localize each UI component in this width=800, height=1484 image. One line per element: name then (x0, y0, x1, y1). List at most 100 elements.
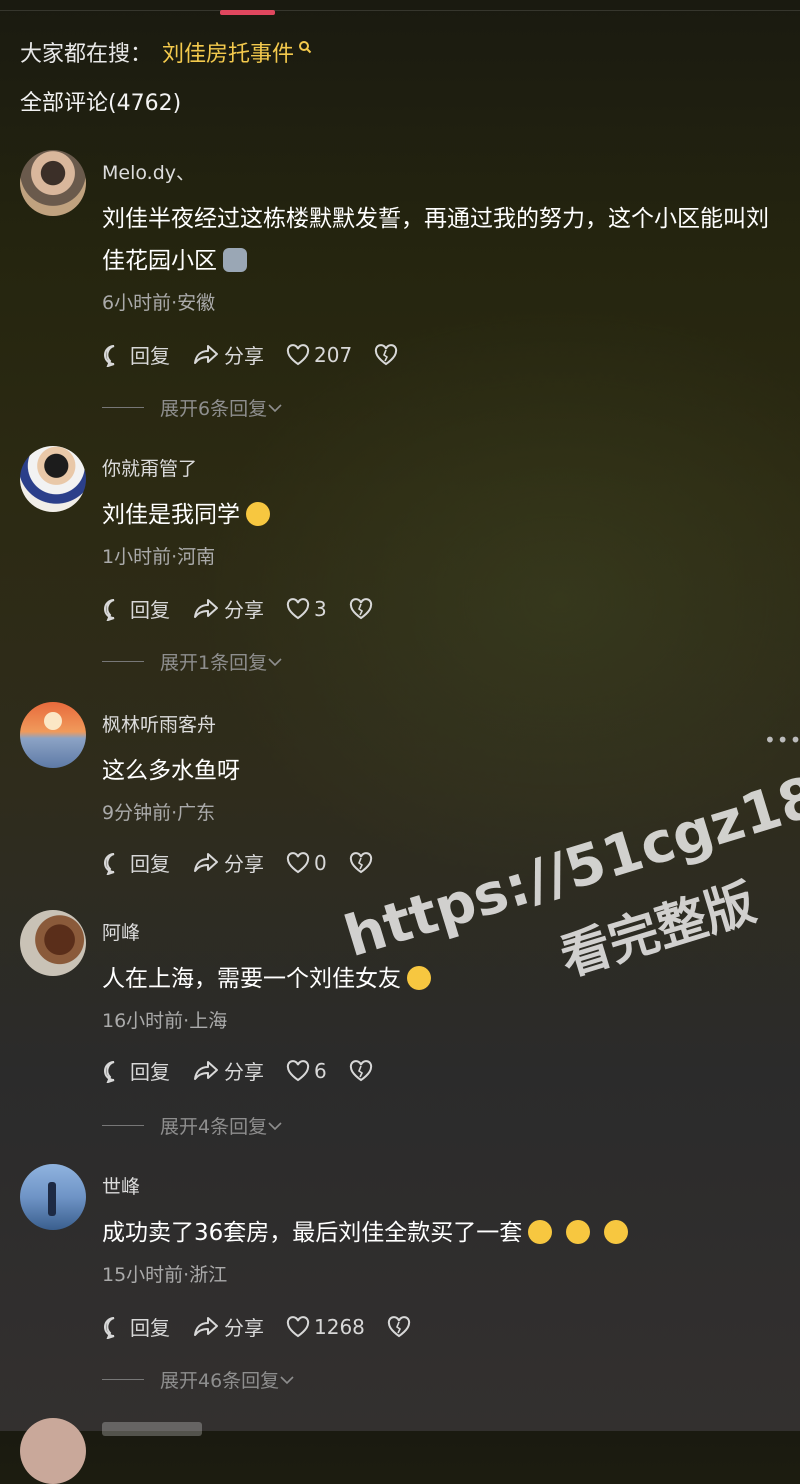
reply-icon (104, 852, 115, 875)
share-label: 分享 (224, 1060, 264, 1084)
share-icon (194, 344, 218, 364)
comment-username[interactable]: 你就甭管了 (102, 454, 197, 481)
share-label: 分享 (224, 1316, 264, 1340)
like-count: 1268 (314, 1314, 365, 1339)
comment-text: 刘佳是我同学 (102, 502, 240, 528)
reply-button[interactable]: 回复 (102, 1056, 170, 1085)
like-button[interactable]: 207 (286, 343, 352, 367)
reply-button[interactable]: 回复 (102, 848, 170, 877)
comment-actions: 回复 分享 0 (102, 848, 399, 877)
avatar[interactable] (20, 1164, 86, 1230)
dislike-button[interactable] (387, 1315, 415, 1338)
comment-text-wrap: 刘佳是我同学 (102, 494, 782, 536)
reply-label: 回复 (130, 598, 170, 622)
heart-icon (286, 1059, 310, 1081)
share-label: 分享 (224, 852, 264, 876)
dislike-button[interactable] (349, 597, 377, 620)
comment-meta: 1小时前·河南 (102, 546, 216, 568)
share-button[interactable]: 分享 (192, 848, 264, 877)
expand-replies[interactable]: 展开46条回复 (102, 1366, 295, 1393)
dislike-button[interactable] (374, 343, 402, 366)
avatar[interactable] (20, 446, 86, 512)
like-button[interactable]: 0 (286, 851, 327, 875)
heart-icon (286, 851, 310, 873)
comment-text-wrap: 成功卖了36套房，最后刘佳全款买了一套 (102, 1212, 782, 1254)
broken-heart-icon (387, 1315, 411, 1337)
avatar[interactable] (20, 150, 86, 216)
comment-actions: 回复 分享 207 (102, 340, 424, 369)
expand-replies[interactable]: 展开6条回复 (102, 394, 283, 421)
comment-username[interactable]: 阿峰 (102, 918, 140, 945)
heart-icon (286, 343, 310, 365)
comment-text: 刘佳半夜经过这栋楼默默发誓，再通过我的努力，这个小区能叫刘佳花园小区 (102, 206, 769, 274)
heart-icon (286, 597, 310, 619)
broken-heart-icon (349, 597, 372, 619)
avatar[interactable] (20, 910, 86, 976)
share-label: 分享 (224, 598, 264, 622)
share-button[interactable]: 分享 (192, 340, 264, 369)
expand-label: 展开46条回复 (160, 1370, 280, 1392)
reply-icon (104, 344, 115, 367)
reply-label: 回复 (130, 852, 170, 876)
share-label: 分享 (224, 344, 264, 368)
broken-heart-icon (349, 1059, 372, 1081)
like-button[interactable]: 1268 (286, 1315, 365, 1339)
expand-replies[interactable]: 展开4条回复 (102, 1112, 283, 1139)
share-icon (194, 1060, 218, 1080)
share-icon (194, 1316, 218, 1336)
more-options-icon[interactable]: ••• (764, 728, 800, 752)
reply-icon (104, 1060, 115, 1083)
trending-search-row: 大家都在搜： 刘佳房托事件 (20, 36, 312, 68)
reply-icon (104, 1316, 115, 1339)
comment-actions: 回复 分享 6 (102, 1056, 399, 1085)
comment-text-wrap: 人在上海，需要一个刘佳女友 (102, 958, 782, 1000)
drag-indicator (220, 10, 275, 15)
reply-button[interactable]: 回复 (102, 1312, 170, 1341)
comment-username[interactable]: 枫林听雨客舟 (102, 710, 216, 737)
like-button[interactable]: 6 (286, 1059, 327, 1083)
like-button[interactable]: 3 (286, 597, 327, 621)
comment-username[interactable]: Melo.dy、 (102, 158, 195, 185)
share-button[interactable]: 分享 (192, 594, 264, 623)
chevron-down-icon (280, 1375, 294, 1384)
trending-search-prefix: 大家都在搜： (20, 42, 153, 67)
avatar[interactable] (20, 702, 86, 768)
share-button[interactable]: 分享 (192, 1312, 264, 1341)
share-icon (194, 852, 218, 872)
comment-username-placeholder (102, 1422, 202, 1436)
dislike-button[interactable] (349, 851, 377, 874)
broken-heart-icon (349, 851, 372, 873)
crying-laughing-emoji-icon (246, 502, 270, 526)
expand-label: 展开6条回复 (160, 398, 268, 420)
comments-count-title: 全部评论(4762) (20, 91, 182, 116)
rofl-emoji-icon (566, 1220, 591, 1244)
expand-replies[interactable]: 展开1条回复 (102, 648, 283, 675)
comment-meta: 15小时前·浙江 (102, 1264, 228, 1286)
reply-label: 回复 (130, 1316, 170, 1340)
like-count: 0 (314, 850, 327, 875)
comment-username[interactable]: 世峰 (102, 1172, 140, 1199)
avatar[interactable] (20, 1418, 86, 1484)
reply-label: 回复 (130, 1060, 170, 1084)
search-icon[interactable] (298, 35, 312, 60)
chevron-down-icon (268, 1121, 282, 1130)
comment-text: 成功卖了36套房，最后刘佳全款买了一套 (102, 1220, 523, 1246)
reply-button[interactable]: 回复 (102, 340, 170, 369)
expand-label: 展开4条回复 (160, 1116, 268, 1138)
dislike-button[interactable] (349, 1059, 377, 1082)
comment-meta: 6小时前·安徽 (102, 292, 216, 314)
share-button[interactable]: 分享 (192, 1056, 264, 1085)
cat-emoji-icon (223, 248, 247, 272)
trending-search-link[interactable]: 刘佳房托事件 (162, 36, 294, 68)
chevron-down-icon (268, 403, 282, 412)
expand-divider (102, 1379, 144, 1380)
top-divider (0, 10, 800, 11)
reply-button[interactable]: 回复 (102, 594, 170, 623)
comment-text-wrap: 刘佳半夜经过这栋楼默默发誓，再通过我的努力，这个小区能叫刘佳花园小区 (102, 198, 782, 282)
rofl-emoji-icon (528, 1220, 553, 1244)
heart-icon (286, 1315, 310, 1337)
comment-text: 这么多水鱼呀 (102, 758, 240, 784)
reply-icon (104, 598, 115, 621)
comment-actions: 回复 分享 3 (102, 594, 399, 623)
comment-text: 人在上海，需要一个刘佳女友 (102, 966, 401, 992)
